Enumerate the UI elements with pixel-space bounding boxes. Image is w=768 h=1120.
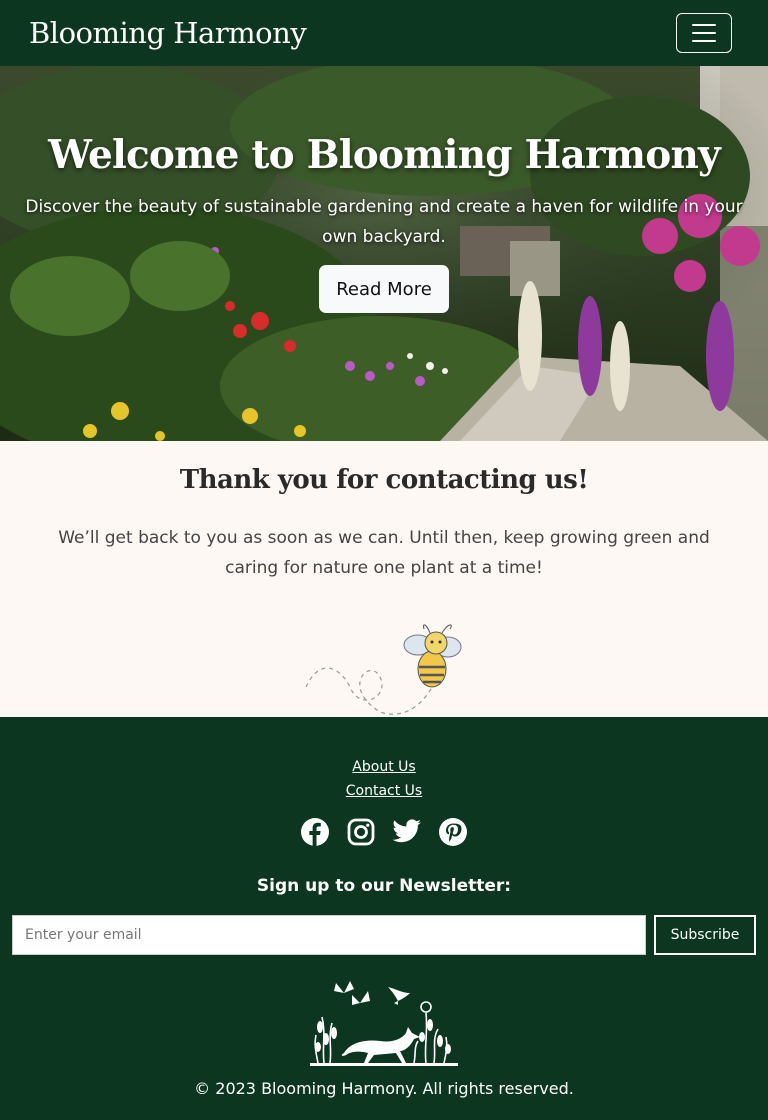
contact-us-link[interactable]: Contact Us [0,779,768,803]
facebook-icon[interactable] [300,817,330,847]
email-input[interactable] [12,915,646,955]
hero-title: Welcome to Blooming Harmony [48,132,721,178]
footer-links: About Us Contact Us [0,755,768,803]
twitter-icon[interactable] [392,817,422,847]
thank-you-section: Thank you for contacting us! We’ll get b… [0,441,768,717]
pinterest-icon[interactable] [438,817,468,847]
wildlife-icon [310,981,458,1066]
about-us-link[interactable]: About Us [0,755,768,779]
subscribe-button[interactable]: Subscribe [654,915,756,955]
hero-section: Welcome to Blooming Harmony Discover the… [0,66,768,441]
hamburger-menu-icon[interactable] [676,13,732,53]
navbar: Blooming Harmony [0,0,768,66]
garden-background-image [0,66,768,441]
copyright-text: © 2023 Blooming Harmony. All rights rese… [194,1079,574,1098]
social-icons [0,817,768,847]
brand-logo[interactable]: Blooming Harmony [29,16,307,50]
read-more-button[interactable]: Read More [319,265,449,313]
hero-subtitle: Discover the beauty of sustainable garde… [25,197,743,247]
footer: About Us Contact Us Sign up to our Newsl… [0,717,768,1120]
thank-you-message: We’ll get back to you as soon as we can.… [58,528,710,578]
bee-icon [305,624,462,715]
newsletter-title: Sign up to our Newsletter: [256,876,512,896]
thank-you-title: Thank you for contacting us! [179,465,589,495]
instagram-icon[interactable] [346,817,376,847]
